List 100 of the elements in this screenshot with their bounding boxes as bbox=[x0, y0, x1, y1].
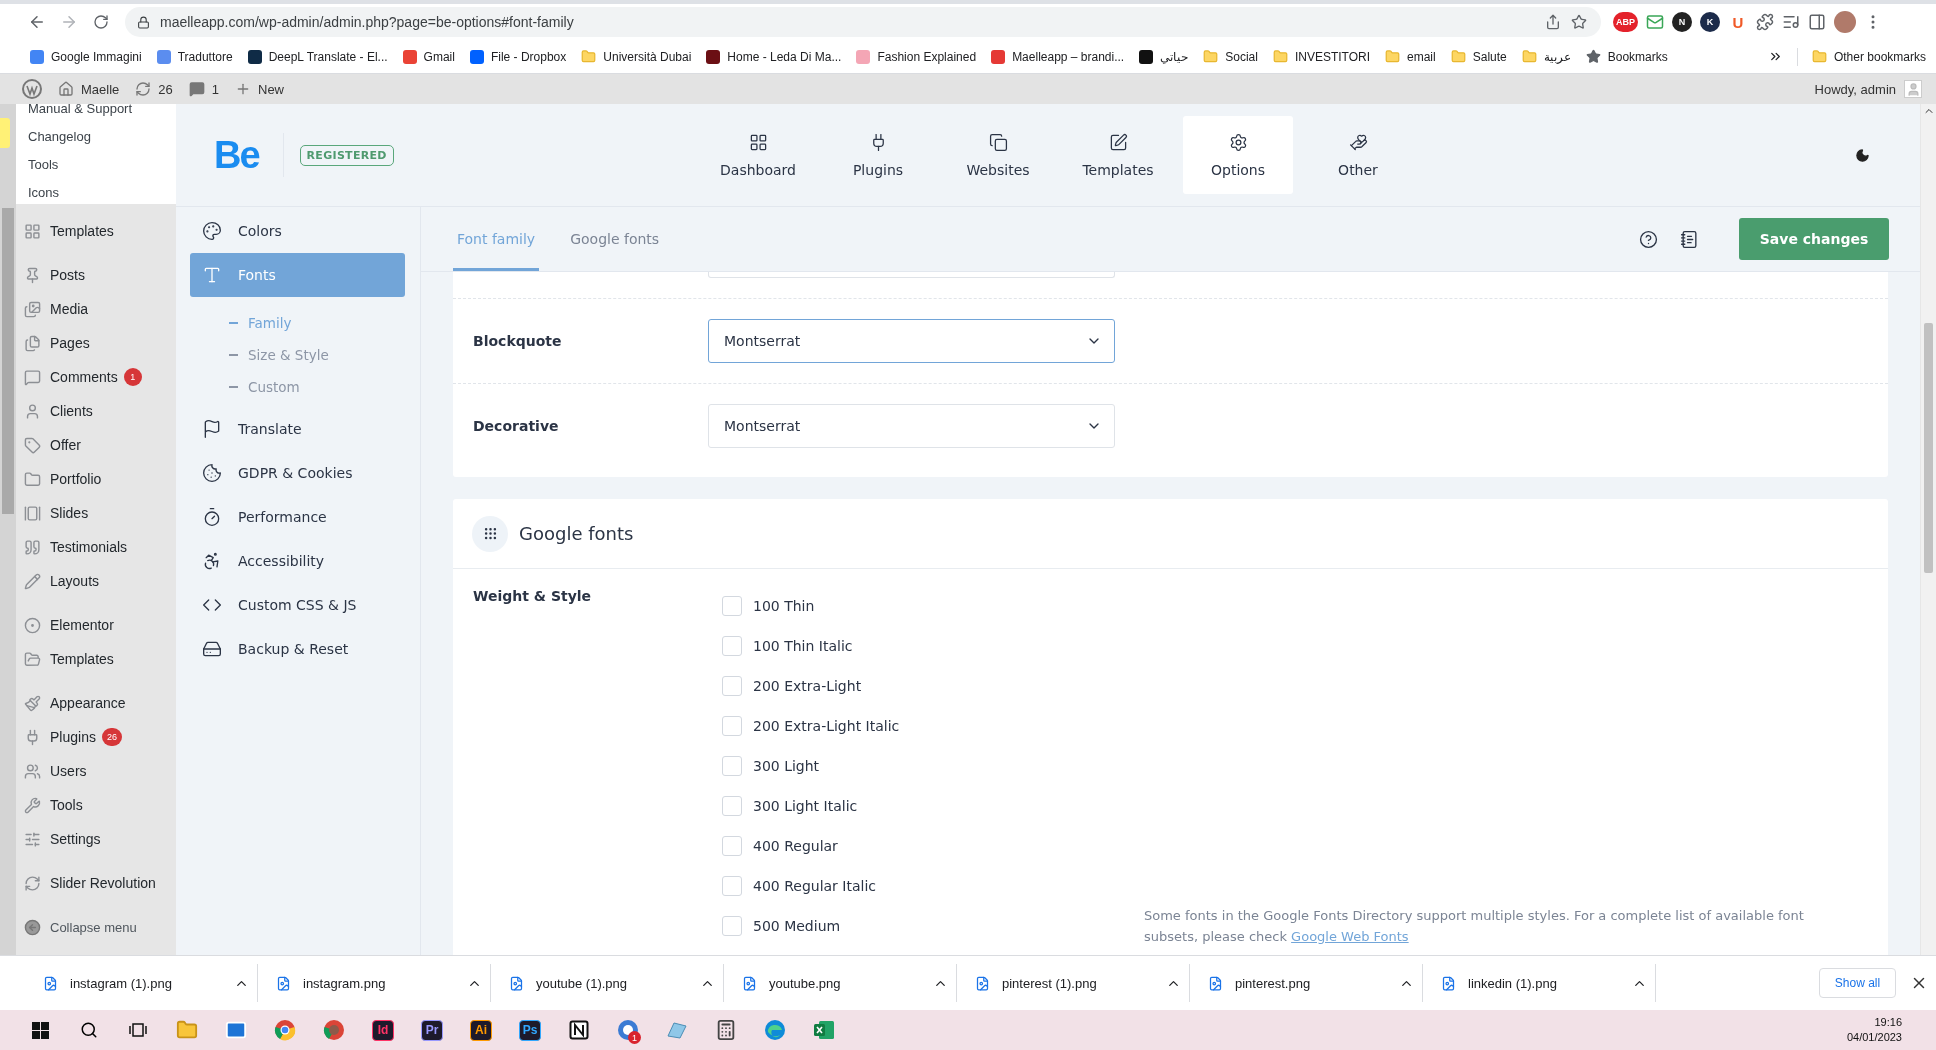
nav-tab[interactable]: Templates bbox=[1063, 116, 1173, 194]
updates-link[interactable]: 26 bbox=[135, 81, 173, 97]
nav-tab[interactable]: Options bbox=[1183, 116, 1293, 194]
bookmark-link[interactable]: Università Dubai bbox=[581, 49, 692, 64]
sidebar-item[interactable]: Colors bbox=[190, 209, 405, 253]
extensions-icon[interactable] bbox=[1756, 13, 1774, 31]
download-item[interactable]: instagram.png bbox=[258, 964, 491, 1002]
address-bar[interactable]: maelleapp.com/wp-admin/admin.php?page=be-options#font-family bbox=[125, 7, 1601, 37]
bookmark-link[interactable]: DeepL Translate - El... bbox=[247, 49, 388, 64]
menu-item[interactable]: Slider Revolution bbox=[16, 866, 176, 900]
account-link[interactable]: Howdy, admin bbox=[1814, 80, 1922, 98]
share-icon[interactable] bbox=[1545, 14, 1561, 30]
menu-item[interactable]: Users bbox=[16, 754, 176, 788]
menu-item[interactable]: Posts bbox=[16, 258, 176, 292]
bookmark-link[interactable]: حياتي bbox=[1139, 49, 1189, 64]
bookmark-link[interactable]: Google Immagini bbox=[30, 49, 142, 64]
menu-item[interactable]: Clients bbox=[16, 394, 176, 428]
bookmark-link[interactable]: Bookmarks bbox=[1585, 49, 1668, 64]
bookmark-link[interactable]: Salute bbox=[1450, 49, 1507, 64]
menu-item[interactable]: Plugins 26 bbox=[16, 720, 176, 754]
download-item[interactable]: linkedin (1).png bbox=[1423, 964, 1656, 1002]
menu-item[interactable]: Tools bbox=[16, 788, 176, 822]
notes-button[interactable] bbox=[1680, 229, 1699, 249]
sidebar-item[interactable]: Performance bbox=[190, 495, 405, 539]
select-field[interactable]: Montserrat bbox=[708, 404, 1115, 448]
nav-tab[interactable]: Dashboard bbox=[703, 116, 813, 194]
nav-tab[interactable]: Other bbox=[1303, 116, 1413, 194]
bookmark-link[interactable]: Gmail bbox=[402, 49, 455, 64]
nav-tab[interactable]: Plugins bbox=[823, 116, 933, 194]
bookmark-link[interactable]: Social bbox=[1203, 49, 1258, 64]
star-icon[interactable] bbox=[1571, 14, 1587, 30]
bookmark-link[interactable]: Traduttore bbox=[156, 49, 233, 64]
bookmark-link[interactable]: INVESTITORI bbox=[1272, 49, 1370, 64]
menu-item[interactable]: Pages bbox=[16, 326, 176, 360]
checkbox[interactable] bbox=[722, 716, 742, 736]
extension-icon[interactable]: K bbox=[1700, 12, 1720, 32]
checkbox[interactable] bbox=[722, 916, 742, 936]
media-icon[interactable] bbox=[1782, 13, 1800, 31]
collapse-menu-button[interactable]: Collapse menu bbox=[16, 910, 176, 944]
checkbox[interactable] bbox=[722, 756, 742, 776]
menu-item[interactable]: Templates bbox=[16, 214, 176, 248]
submenu-link[interactable]: Changelog bbox=[28, 122, 176, 150]
site-link[interactable]: Maelle bbox=[58, 81, 120, 97]
star-icon bbox=[1585, 49, 1601, 64]
avatar[interactable] bbox=[1834, 11, 1856, 33]
checkbox[interactable] bbox=[722, 876, 742, 896]
help-button[interactable] bbox=[1639, 229, 1658, 249]
menu-item[interactable]: Settings bbox=[16, 822, 176, 856]
show-all-button[interactable]: Show all bbox=[1819, 968, 1896, 998]
nav-tab[interactable]: Websites bbox=[943, 116, 1053, 194]
submenu-link[interactable]: Tools bbox=[28, 150, 176, 178]
app-icon[interactable]: Ps bbox=[519, 1019, 541, 1041]
select-field[interactable]: Montserrat bbox=[708, 319, 1115, 363]
sidebar-item[interactable]: Backup & Reset bbox=[190, 627, 405, 671]
sidebar-item[interactable]: GDPR & Cookies bbox=[190, 451, 405, 495]
comments-link[interactable]: 1 bbox=[188, 81, 219, 97]
menu-item[interactable]: Slides bbox=[16, 496, 176, 530]
notes-icon bbox=[1680, 229, 1699, 249]
app-icon[interactable]: Ai bbox=[470, 1019, 492, 1041]
sidebar-item[interactable]: Accessibility bbox=[190, 539, 405, 583]
bookmark-link[interactable]: File - Dropbox bbox=[469, 49, 567, 64]
menu-item[interactable]: Layouts bbox=[16, 564, 176, 598]
menu-item[interactable]: Offer bbox=[16, 428, 176, 462]
download-item[interactable]: pinterest.png bbox=[1190, 964, 1423, 1002]
menu-item[interactable]: Media bbox=[16, 292, 176, 326]
checkbox[interactable] bbox=[722, 596, 742, 616]
app-icon[interactable]: Id bbox=[372, 1019, 394, 1041]
download-item[interactable]: youtube (1).png bbox=[491, 964, 724, 1002]
mail-icon[interactable] bbox=[1646, 13, 1664, 31]
menu-item[interactable]: Portfolio bbox=[16, 462, 176, 496]
extension-icon[interactable]: N bbox=[1672, 12, 1692, 32]
side-panel-icon[interactable] bbox=[1808, 13, 1826, 31]
extension-icon[interactable]: ABP bbox=[1613, 12, 1638, 32]
menu-item[interactable]: Elementor bbox=[16, 608, 176, 642]
bookmark-link[interactable]: Fashion Explained bbox=[856, 49, 977, 64]
menu-item[interactable]: Comments 1 bbox=[16, 360, 176, 394]
wordpress-logo-icon[interactable] bbox=[22, 79, 42, 99]
menu-item[interactable]: Appearance bbox=[16, 686, 176, 720]
sidebar-item[interactable]: Translate bbox=[190, 407, 405, 451]
bookmark-link[interactable]: Other bookmarks bbox=[1811, 49, 1926, 64]
checkbox[interactable] bbox=[722, 836, 742, 856]
sidebar-item[interactable]: Custom CSS & JS bbox=[190, 583, 405, 627]
checkbox[interactable] bbox=[722, 796, 742, 816]
tab[interactable]: Google fonts bbox=[566, 207, 664, 271]
download-item[interactable]: instagram (1).png bbox=[25, 964, 258, 1002]
bookmark-link[interactable]: email bbox=[1385, 49, 1436, 64]
menu-item[interactable]: Testimonials bbox=[16, 530, 176, 564]
menu-item[interactable]: Templates bbox=[16, 642, 176, 676]
new-link[interactable]: New bbox=[235, 81, 284, 97]
bookmark-link[interactable]: عربية bbox=[1521, 49, 1571, 64]
submenu-link[interactable]: Icons bbox=[28, 178, 176, 204]
checkbox[interactable] bbox=[722, 676, 742, 696]
bookmark-link[interactable]: Maelleapp – brandi... bbox=[991, 49, 1125, 64]
bookmark-link[interactable]: Home - Leda Di Ma... bbox=[706, 49, 842, 64]
download-item[interactable]: youtube.png bbox=[724, 964, 957, 1002]
download-item[interactable]: pinterest (1).png bbox=[957, 964, 1190, 1002]
submenu-link[interactable]: Manual & Support bbox=[28, 104, 176, 122]
app-icon[interactable]: Pr bbox=[421, 1019, 443, 1041]
dark-mode-icon[interactable] bbox=[1855, 147, 1870, 163]
checkbox[interactable] bbox=[722, 636, 742, 656]
